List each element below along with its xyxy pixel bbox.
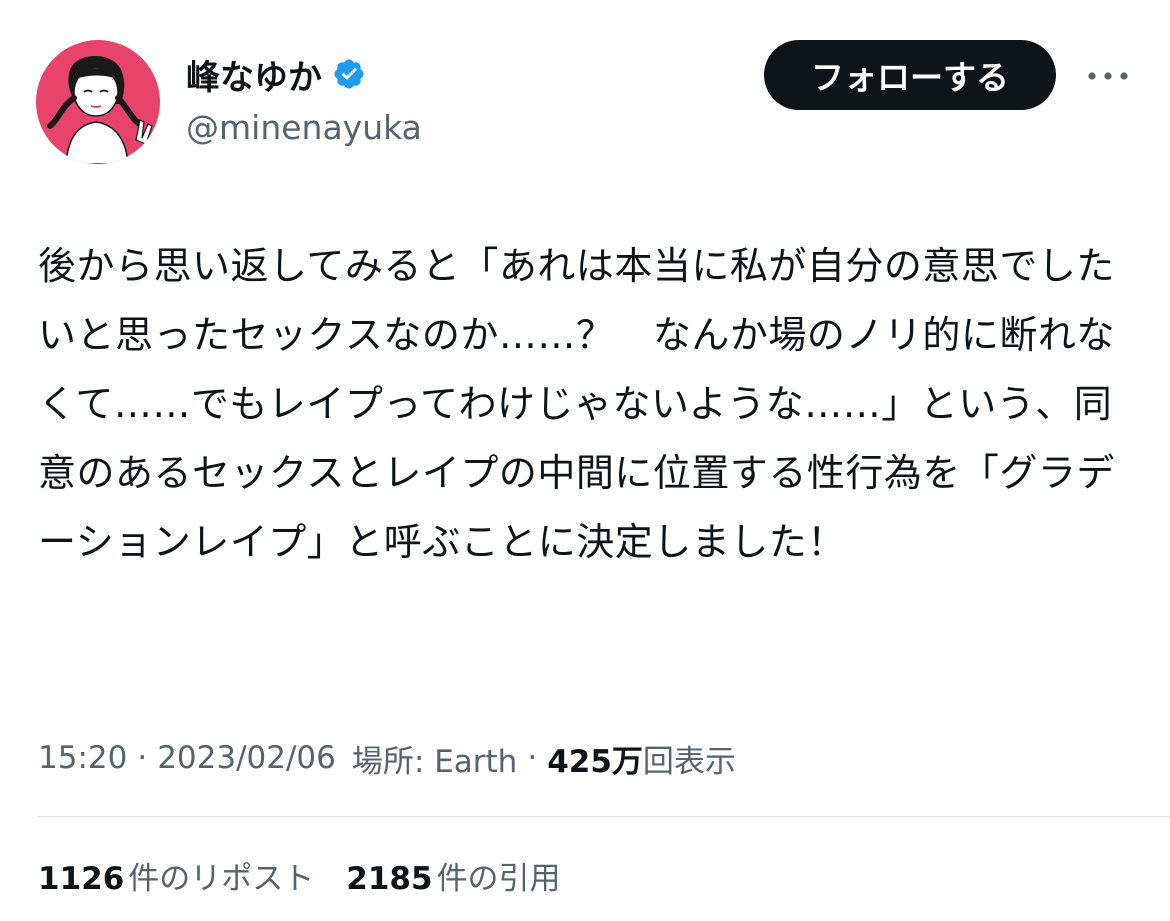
reposts-stat[interactable]: 1126 件のリポスト [38,853,314,898]
tweet-time[interactable]: 15:20 [38,740,127,776]
quotes-count: 2185 [346,860,433,897]
author-name-row: 峰なゆか [186,50,422,98]
views-count[interactable]: 425万 [547,736,643,781]
reposts-count: 1126 [38,860,125,897]
follow-button[interactable]: フォローする [764,40,1056,110]
views-label: 回表示 [642,743,736,780]
tweet-text: 後から思い返してみると「あれは本当に私が自分の意思でしたいと思ったセックスなのか… [38,244,1115,564]
verified-badge-icon[interactable] [332,57,366,91]
meta-separator: · [527,740,538,776]
meta-separator: · [137,740,148,776]
tweet-stats: 1126 件のリポスト 2185 件の引用 [38,850,593,900]
quotes-stat[interactable]: 2185 件の引用 [346,853,560,898]
divider [38,816,1170,817]
more-options-button[interactable] [1080,56,1136,96]
tweet-header: 峰なゆか @minenayuka フォローする [0,0,1170,180]
display-name[interactable]: 峰なゆか [186,50,322,99]
avatar-illustration-icon [36,40,160,164]
quotes-label: 件の引用 [436,860,561,897]
more-dots-icon [1088,72,1128,80]
author-info: 峰なゆか @minenayuka [186,50,422,148]
reposts-label: 件のリポスト [128,860,315,897]
avatar[interactable] [36,40,160,164]
tweet-meta: 15:20 · 2023/02/06 場所: Earth · 425万 回表示 [38,732,736,784]
author-handle[interactable]: @minenayuka [186,108,422,147]
tweet-date[interactable]: 2023/02/06 [157,740,336,776]
tweet-location: 場所: Earth [351,743,518,780]
